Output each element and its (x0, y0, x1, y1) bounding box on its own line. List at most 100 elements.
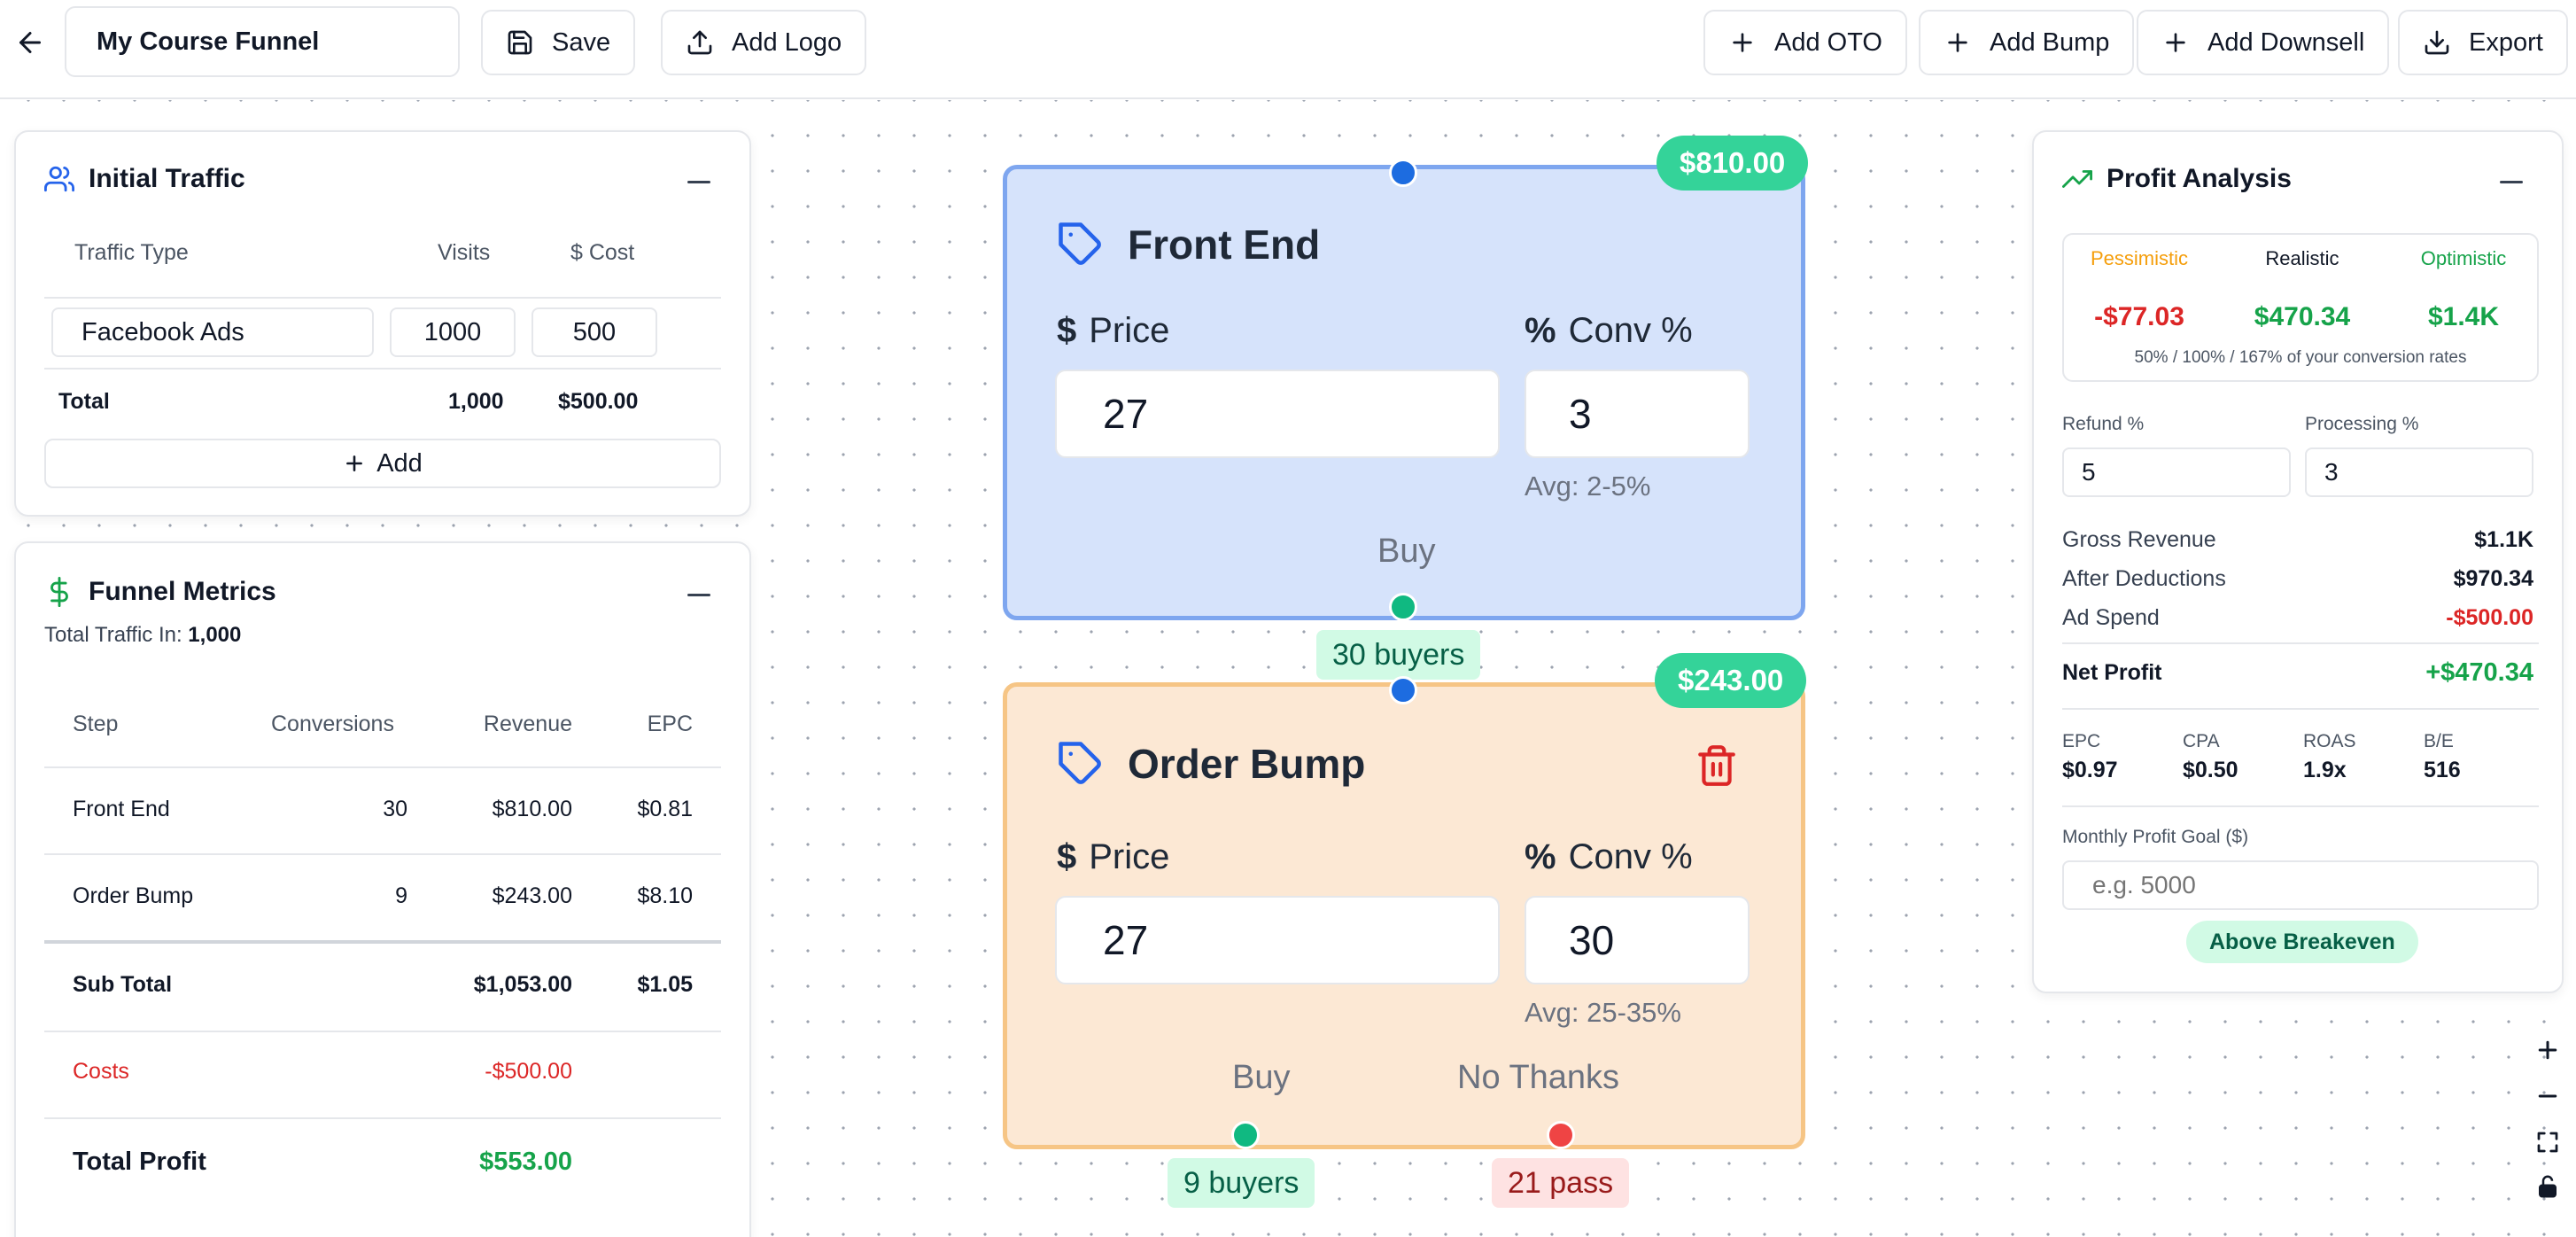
ad-spend-value: -$500.00 (2446, 605, 2533, 630)
front-end-buy-handle[interactable] (1389, 593, 1417, 621)
conv-input[interactable] (1525, 370, 1750, 458)
total-profit-value: $553.00 (479, 1148, 572, 1176)
price-input[interactable] (1055, 896, 1500, 984)
funnel-name-input[interactable] (65, 6, 460, 77)
tag-icon (1059, 742, 1101, 784)
col-header-revenue: Revenue (483, 712, 572, 736)
node-title: Order Bump (1057, 740, 1365, 788)
divider (44, 1031, 721, 1032)
processing-input[interactable] (2305, 447, 2533, 497)
lock-button[interactable] (2530, 1169, 2565, 1204)
plus-icon (2166, 33, 2185, 52)
order-bump-buyers-chip: 9 buyers (1168, 1158, 1315, 1208)
order-bump-no-thanks-handle[interactable] (1547, 1121, 1575, 1149)
divider (44, 1117, 721, 1119)
scenario-value: $1.4K (2427, 302, 2500, 331)
subtotal-epc: $1.05 (637, 972, 693, 997)
zoom-in-button[interactable] (2530, 1032, 2565, 1068)
plus-icon (1948, 33, 1967, 52)
add-logo-label: Add Logo (732, 27, 842, 57)
avg-conversion-hint: Avg: 25-35% (1525, 997, 1681, 1028)
total-cost: $500.00 (558, 389, 639, 414)
order-bump-input-handle[interactable] (1389, 676, 1417, 704)
front-end-input-handle[interactable] (1389, 159, 1417, 187)
export-label: Export (2469, 27, 2543, 57)
refund-input[interactable] (2062, 447, 2291, 497)
scenario-pessimistic[interactable]: Pessimistic -$77.03 (2064, 247, 2215, 332)
funnel-metrics-header: Funnel Metrics (44, 577, 276, 607)
collapse-button[interactable] (2500, 171, 2523, 194)
save-icon (508, 30, 532, 55)
row-epc: $0.81 (637, 797, 693, 821)
buy-port-label: Buy (1377, 533, 1436, 570)
front-end-node[interactable]: Front End $ Price % Conv % Avg: 2-5% Buy (1003, 165, 1805, 620)
zoom-out-button[interactable] (2530, 1078, 2565, 1114)
col-header-epc: EPC (647, 712, 693, 736)
conv-input[interactable] (1525, 896, 1750, 984)
order-bump-node[interactable]: Order Bump $ Price % Conv % Avg: 25-35% … (1003, 682, 1805, 1149)
upload-icon (687, 30, 712, 55)
add-downsell-button[interactable]: Add Downsell (2137, 10, 2390, 75)
export-button[interactable]: Export (2398, 10, 2568, 75)
initial-traffic-panel: Initial Traffic Traffic Type Visits $ Co… (14, 130, 751, 517)
divider (2062, 708, 2539, 710)
order-bump-revenue-badge: $243.00 (1655, 653, 1807, 708)
add-logo-button[interactable]: Add Logo (661, 10, 867, 75)
price-label: $ Price (1057, 311, 1169, 351)
traffic-type-input[interactable] (51, 307, 374, 357)
profit-analysis-panel: Profit Analysis Pessimistic -$77.03 Real… (2032, 130, 2564, 993)
col-header-conversions: Conversions (271, 712, 394, 736)
back-arrow-icon[interactable] (14, 27, 46, 58)
buy-port-label: Buy (1232, 1059, 1291, 1096)
funnel-canvas[interactable]: Initial Traffic Traffic Type Visits $ Co… (0, 100, 2576, 1237)
kpi-value: $0.97 (2062, 758, 2118, 782)
add-oto-label: Add OTO (1774, 27, 1882, 57)
scenario-optimistic[interactable]: Optimistic $1.4K (2388, 247, 2539, 332)
scenario-note: 50% / 100% / 167% of your conversion rat… (2134, 348, 2467, 367)
row-step: Order Bump (73, 883, 194, 908)
divider (2062, 805, 2539, 807)
top-toolbar: Save Add Logo Add OTO Add Bump Add Downs… (0, 0, 2576, 99)
total-label: Total (58, 389, 110, 414)
collapse-button[interactable] (687, 584, 710, 607)
net-profit-label: Net Profit (2062, 660, 2162, 685)
users-icon (44, 166, 74, 192)
add-oto-button[interactable]: Add OTO (1703, 10, 1907, 75)
save-label: Save (552, 27, 611, 57)
panel-title: Funnel Metrics (89, 577, 276, 606)
scenario-realistic[interactable]: Realistic $470.34 (2227, 247, 2378, 332)
front-end-revenue-badge: $810.00 (1657, 136, 1809, 191)
after-deductions-value: $970.34 (2453, 566, 2533, 591)
after-deductions-label: After Deductions (2062, 566, 2226, 591)
add-bump-button[interactable]: Add Bump (1919, 10, 2135, 75)
row-conversions: 9 (395, 883, 407, 908)
monthly-goal-input[interactable] (2062, 860, 2539, 910)
minus-icon (2538, 1094, 2557, 1098)
order-bump-buy-handle[interactable] (1231, 1121, 1260, 1149)
traffic-in-value: 1,000 (188, 623, 242, 647)
scenario-value: -$77.03 (2094, 302, 2184, 331)
scenario-comparison: Pessimistic -$77.03 Realistic $470.34 Op… (2062, 233, 2539, 382)
trash-icon[interactable] (1695, 743, 1739, 788)
cost-input[interactable] (531, 307, 657, 357)
node-title-text: Order Bump (1128, 741, 1366, 787)
col-header-step: Step (73, 712, 119, 736)
add-traffic-button[interactable]: Add (44, 439, 721, 488)
price-input[interactable] (1055, 370, 1500, 458)
collapse-button[interactable] (687, 171, 710, 194)
row-step: Front End (73, 797, 170, 821)
processing-label: Processing % (2305, 414, 2419, 434)
add-downsell-label: Add Downsell (2207, 27, 2365, 57)
price-label-text: Price (1089, 837, 1170, 876)
percent-icon: % (1525, 311, 1556, 350)
subtotal-label: Sub Total (73, 972, 173, 997)
node-title: Front End (1057, 221, 1320, 268)
save-button[interactable]: Save (481, 10, 636, 75)
scenario-name: Realistic (2265, 247, 2339, 269)
fit-view-button[interactable] (2530, 1124, 2565, 1160)
fit-view-icon (2537, 1132, 2558, 1153)
add-bump-label: Add Bump (1990, 27, 2110, 57)
scenario-value: $470.34 (2254, 302, 2351, 331)
goal-label: Monthly Profit Goal ($) (2062, 827, 2249, 847)
visits-input[interactable] (390, 307, 516, 357)
